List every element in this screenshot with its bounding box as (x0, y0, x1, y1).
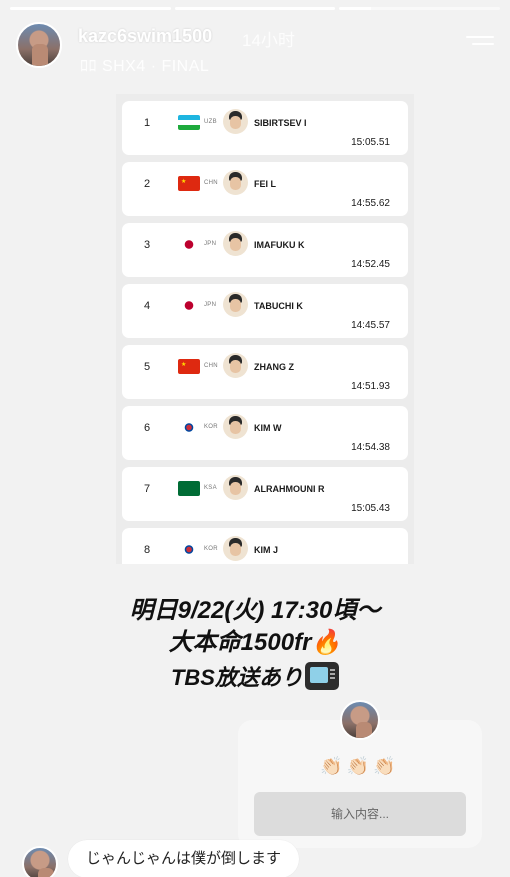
flag-icon (178, 420, 200, 435)
result-rank: 1 (144, 117, 151, 129)
athlete-name: ALRAHMOUNI R (254, 484, 325, 494)
result-rank: 4 (144, 300, 151, 312)
athlete-photo (223, 292, 248, 317)
result-row: 6 KOR KIM W 14:54.38 (122, 406, 408, 460)
overlay-line-3: TBS放送あり (0, 660, 510, 692)
result-time: 15:05.43 (351, 503, 390, 514)
result-rank: 3 (144, 239, 151, 251)
result-row: 2 ★ CHN FEI L 14:55.62 (122, 162, 408, 216)
country-code: UZB (204, 119, 217, 125)
overlay-line-1: 明日9/22(火) 17:30頃〜 (129, 597, 381, 624)
athlete-name: ZHANG Z (254, 362, 294, 372)
profile-avatar[interactable] (16, 22, 62, 68)
result-time: 14:54.38 (351, 442, 390, 453)
progress-fill (174, 7, 336, 10)
athlete-photo (223, 231, 248, 256)
athlete-name: TABUCHI K (254, 301, 303, 311)
athlete-photo (223, 475, 248, 500)
country-code: CHN (204, 180, 218, 186)
result-rank: 8 (144, 544, 151, 556)
result-time: 14:51.93 (351, 381, 390, 392)
result-row: 8 KOR KIM J (122, 528, 408, 564)
story-progress (10, 7, 501, 10)
flag-icon: ★ (178, 176, 200, 191)
athlete-photo (223, 109, 248, 134)
athlete-photo (223, 353, 248, 378)
overlay-line-3-text: TBS放送あり (170, 665, 303, 690)
result-time: 15:05.51 (351, 137, 390, 148)
country-code: KOR (204, 546, 218, 552)
flag-icon (178, 237, 200, 252)
country-code: JPN (204, 302, 217, 308)
athlete-photo (223, 414, 248, 439)
progress-segment (339, 7, 501, 10)
reply-avatar[interactable] (22, 846, 58, 877)
country-code: KOR (204, 424, 218, 430)
question-avatar (340, 700, 380, 740)
athlete-name: KIM W (254, 423, 282, 433)
flag-icon: ★ (178, 359, 200, 374)
result-rank: 5 (144, 361, 151, 373)
story-header: kazc6swim1500 14小时 ﾛﾛ SHX4 · FINAL (16, 22, 494, 75)
athlete-name: IMAFUKU K (254, 240, 305, 250)
athlete-name: FEI L (254, 179, 276, 189)
result-row: 1 UZB SIBIRTSEV I 15:05.51 (122, 101, 408, 155)
result-row: 4 JPN TABUCHI K 14:45.57 (122, 284, 408, 338)
username[interactable]: kazc6swim1500 (78, 26, 212, 47)
country-code: KSA (204, 485, 217, 491)
result-rank: 6 (144, 422, 151, 434)
clap-emojis: 👏🏻👏🏻👏🏻 (320, 756, 400, 776)
tv-icon (305, 662, 339, 690)
athlete-photo (223, 170, 248, 195)
menu-icon[interactable] (466, 36, 494, 52)
flag-icon (178, 542, 200, 557)
results-panel: 1 UZB SIBIRTSEV I 15:05.51 2 ★ CHN FEI L 14:55.6… (116, 94, 414, 564)
athlete-name: KIM J (254, 545, 279, 555)
result-time: 14:52.45 (351, 259, 390, 270)
progress-fill (339, 7, 372, 10)
country-code: CHN (204, 363, 218, 369)
question-sticker[interactable]: 👏🏻👏🏻👏🏻 (238, 700, 482, 848)
result-rank: 2 (144, 178, 151, 190)
country-code: JPN (204, 241, 217, 247)
athlete-name: SIBIRTSEV I (254, 118, 307, 128)
reply-bubble[interactable]: じゃんじゃんは僕が倒します (68, 840, 300, 877)
result-row: 3 JPN IMAFUKU K 14:52.45 (122, 223, 408, 277)
result-time: 14:45.57 (351, 320, 390, 331)
result-row: 5 ★ CHN ZHANG Z 14:51.93 (122, 345, 408, 399)
progress-segment (174, 7, 336, 10)
flag-icon (178, 481, 200, 496)
result-time: 14:55.62 (351, 198, 390, 209)
post-time: 14小时 (242, 31, 295, 50)
result-rank: 7 (144, 483, 151, 495)
result-row: 7 KSA ALRAHMOUNI R 15:05.43 (122, 467, 408, 521)
story-subline: ﾛﾛ SHX4 · FINAL (80, 58, 210, 75)
overlay-line-2: 大本命1500fr🔥 (168, 629, 342, 656)
athlete-photo (223, 536, 248, 561)
question-input[interactable] (254, 792, 466, 836)
flag-icon (178, 298, 200, 313)
flag-icon (178, 115, 200, 130)
progress-segment (10, 7, 171, 10)
progress-fill (10, 7, 171, 10)
